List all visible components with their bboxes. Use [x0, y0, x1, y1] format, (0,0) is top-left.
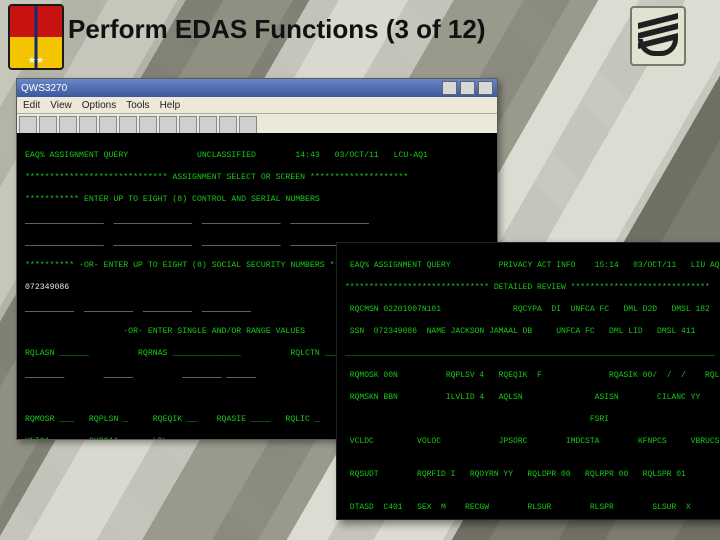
t2-banner: ****************************** DETAILED … [345, 282, 715, 293]
toolbar-icon[interactable] [79, 116, 97, 134]
t1-header-screen: LCU-AQ1 [394, 151, 428, 160]
toolbar-icon[interactable] [39, 116, 57, 134]
close-button[interactable] [478, 81, 493, 95]
t2-r3: ________________________________________… [345, 348, 715, 359]
maximize-button[interactable] [460, 81, 475, 95]
title-bar: QWS3270 [17, 79, 497, 97]
t1-header-time: 14:43 [295, 151, 320, 160]
t2-r9: RQSUDT RQRFID I RQOYRN YY RQLDPR 00 RQLR… [345, 469, 715, 480]
t2-r5: RQMSKN BBN ILVLID 4 AQLSN ASISN CILANC Y… [345, 392, 715, 403]
t2-r6: FSRI [345, 414, 715, 425]
t2-r7: VCLDC VOLOC JPSORC IMDCSTA KFNPCS VBRUCS [345, 436, 715, 447]
toolbar-icon[interactable] [179, 116, 197, 134]
t1-prompt1: *********** ENTER UP TO EIGHT (8) CONTRO… [25, 194, 489, 205]
army-crest-icon [8, 4, 64, 70]
t1-blanks1: ________________ ________________ ______… [25, 216, 489, 227]
menu-view[interactable]: View [50, 100, 72, 111]
toolbar-icon[interactable] [159, 116, 177, 134]
t2-header-mid: PRIVACY ACT INFO [499, 261, 576, 270]
toolbar-icon[interactable] [139, 116, 157, 134]
terminal-2[interactable]: EAQ% ASSIGNMENT QUERY PRIVACY ACT INFO 1… [336, 242, 720, 520]
t2-r2: SSN 072349086 NAME JACKSON JAMAAL DB UNF… [345, 326, 715, 337]
t2-r4: RQMOSK 00N RQPLSV 4 RQEQIK F RQASIK 00/ … [345, 370, 715, 381]
t1-banner1: ***************************** ASSIGNMENT… [25, 172, 489, 183]
t2-header-screen: LIU AQ5 [691, 261, 720, 270]
t2-r1: RQCMSN 02201007N101 RQCYPA DI UNFCA FC D… [345, 304, 715, 315]
rank-insignia-icon [630, 6, 686, 66]
menu-tools[interactable]: Tools [126, 100, 149, 111]
menu-help[interactable]: Help [160, 100, 181, 111]
menu-bar: Edit View Options Tools Help [17, 97, 497, 114]
t1-header-date: 03/OCT/11 [335, 151, 379, 160]
t1-header-left: EAQ% ASSIGNMENT QUERY [25, 151, 128, 160]
slide-title: Perform EDAS Functions (3 of 12) [68, 14, 610, 45]
t2-r11: DTASD C401 SEX M RECGW RLSUR RLSPR SLSUR… [345, 502, 715, 513]
t2-header-left: EAQ% ASSIGNMENT QUERY [350, 261, 451, 270]
toolbar-icon[interactable] [19, 116, 37, 134]
menu-edit[interactable]: Edit [23, 100, 40, 111]
menu-options[interactable]: Options [82, 100, 116, 111]
t2-header-time: 15:14 [595, 261, 619, 270]
toolbar-icon[interactable] [59, 116, 77, 134]
toolbar-icon[interactable] [119, 116, 137, 134]
t2-header-date: 03/OCT/11 [633, 261, 676, 270]
minimize-button[interactable] [442, 81, 457, 95]
toolbar-icon[interactable] [239, 116, 257, 134]
toolbar-icon[interactable] [219, 116, 237, 134]
t1-header-class: UNCLASSIFIED [197, 151, 256, 160]
toolbar-icon[interactable] [99, 116, 117, 134]
toolbar-icon[interactable] [199, 116, 217, 134]
window-title: QWS3270 [21, 83, 439, 94]
